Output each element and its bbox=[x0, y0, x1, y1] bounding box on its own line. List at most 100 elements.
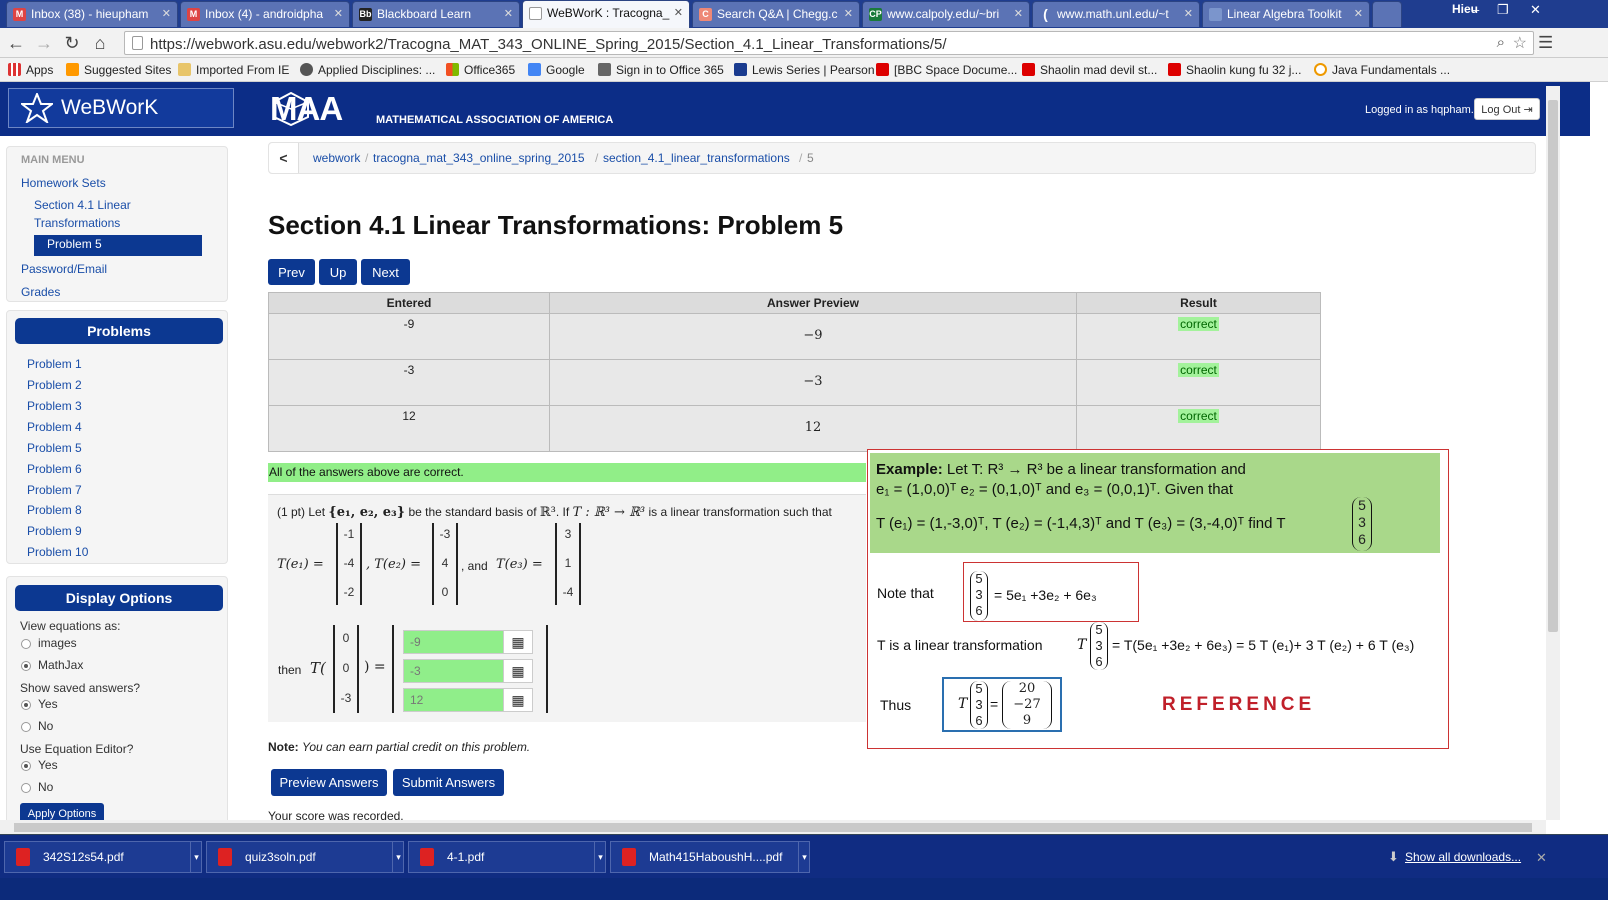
back-icon[interactable]: ← bbox=[6, 33, 26, 53]
home-icon[interactable]: ⌂ bbox=[90, 33, 110, 53]
bookmark-label: Lewis Series | Pearson bbox=[752, 63, 875, 77]
logout-button[interactable]: Log Out ⇥ bbox=[1474, 98, 1540, 120]
images-radio[interactable] bbox=[21, 639, 31, 649]
tab-inbox-1[interactable]: M Inbox (38) - hieupham ✕ bbox=[6, 1, 178, 27]
show-all-downloads-link[interactable]: Show all downloads... bbox=[1405, 850, 1521, 864]
editor-no-radio[interactable] bbox=[21, 783, 31, 793]
page-info-icon[interactable] bbox=[132, 36, 143, 50]
back-chevron-icon[interactable]: < bbox=[269, 143, 299, 173]
bookmark-imported[interactable]: Imported From IE bbox=[178, 63, 289, 77]
pdf-icon bbox=[218, 848, 232, 866]
close-icon[interactable]: ✕ bbox=[334, 7, 343, 20]
tab-calpoly[interactable]: CP www.calpoly.edu/~bri ✕ bbox=[862, 1, 1030, 27]
preview-answers-button[interactable]: Preview Answers bbox=[271, 769, 387, 796]
bookmark-office365[interactable]: Office365 bbox=[446, 63, 515, 77]
prev-button[interactable]: Prev bbox=[268, 259, 315, 285]
grades-link[interactable]: Grades bbox=[21, 283, 60, 301]
bookmark-applied[interactable]: Applied Disciplines: ... bbox=[300, 63, 435, 77]
chevron-down-icon[interactable]: ▾ bbox=[798, 842, 810, 872]
close-icon[interactable]: ✕ bbox=[1184, 7, 1193, 20]
chevron-down-icon[interactable]: ▾ bbox=[392, 842, 404, 872]
tab-inbox-2[interactable]: M Inbox (4) - androidpha ✕ bbox=[180, 1, 350, 27]
download-item[interactable]: Math415HaboushH....pdf ▾ bbox=[610, 841, 810, 873]
problem-link[interactable]: Problem 8 bbox=[27, 501, 82, 519]
show-saved-yes-radio[interactable] bbox=[21, 700, 31, 710]
tab-chegg[interactable]: C Search Q&A | Chegg.c ✕ bbox=[692, 1, 860, 27]
breadcrumb-item[interactable]: tracogna_mat_343_online_spring_2015 bbox=[373, 151, 585, 165]
url-text: https://webwork.asu.edu/webwork2/Tracogn… bbox=[150, 36, 947, 53]
close-icon[interactable]: ✕ bbox=[1354, 7, 1363, 20]
forward-icon[interactable]: → bbox=[34, 33, 54, 53]
restore-icon[interactable]: ❐ bbox=[1497, 2, 1509, 18]
breadcrumb-item[interactable]: webwork bbox=[313, 151, 360, 165]
up-button[interactable]: Up bbox=[319, 259, 357, 285]
problem-link[interactable]: Problem 6 bbox=[27, 460, 82, 478]
tab-blackboard[interactable]: Bb Blackboard Learn ✕ bbox=[352, 1, 520, 27]
bookmark-shaolin-kungfu[interactable]: Shaolin kung fu 32 j... bbox=[1168, 63, 1301, 77]
problem-link[interactable]: Problem 9 bbox=[27, 522, 82, 540]
menu-icon[interactable]: ☰ bbox=[1538, 33, 1553, 53]
minimize-icon[interactable]: ‒ bbox=[1472, 2, 1479, 17]
bookmark-bbc[interactable]: [BBC Space Docume... bbox=[876, 63, 1017, 77]
reload-icon[interactable]: ↻ bbox=[62, 33, 82, 53]
problem-link[interactable]: Problem 1 bbox=[27, 355, 82, 373]
bookmark-shaolin-mad[interactable]: Shaolin mad devil st... bbox=[1022, 63, 1157, 77]
equation-editor-icon[interactable]: ▦ bbox=[503, 630, 533, 654]
show-saved-label: Show saved answers? bbox=[20, 681, 141, 695]
problem-link[interactable]: Problem 4 bbox=[27, 418, 82, 436]
homework-sets-link[interactable]: Homework Sets bbox=[21, 174, 106, 192]
column-header: Entered bbox=[268, 292, 550, 314]
bookmark-apps[interactable]: Apps bbox=[8, 63, 53, 77]
logged-in-status: Logged in as hqpham. bbox=[1365, 104, 1474, 116]
download-item[interactable]: quiz3soln.pdf ▾ bbox=[206, 841, 404, 873]
bookmark-google[interactable]: Google bbox=[528, 63, 585, 77]
close-downloads-icon[interactable]: ✕ bbox=[1536, 850, 1547, 866]
te3-label: T(e₃) = bbox=[496, 557, 543, 572]
problem-link[interactable]: Problem 3 bbox=[27, 397, 82, 415]
horizontal-scroll-thumb[interactable] bbox=[14, 823, 1532, 832]
breadcrumb-item[interactable]: section_4.1_linear_transformations bbox=[603, 151, 790, 165]
tab-linear-algebra[interactable]: Linear Algebra Toolkit ✕ bbox=[1202, 1, 1370, 27]
mathjax-radio[interactable] bbox=[21, 661, 31, 671]
editor-yes-radio[interactable] bbox=[21, 761, 31, 771]
chevron-down-icon[interactable]: ▾ bbox=[190, 842, 202, 872]
close-icon[interactable]: ✕ bbox=[844, 7, 853, 20]
problem-link[interactable]: Problem 7 bbox=[27, 481, 82, 499]
bookmark-signin-office[interactable]: Sign in to Office 365 bbox=[598, 63, 724, 77]
bookmark-lewis[interactable]: Lewis Series | Pearson bbox=[734, 63, 875, 77]
next-button[interactable]: Next bbox=[361, 259, 410, 285]
problem-link[interactable]: Problem 2 bbox=[27, 376, 82, 394]
google-icon bbox=[528, 63, 541, 76]
vertical-scroll-thumb[interactable] bbox=[1548, 100, 1558, 632]
close-window-icon[interactable]: ✕ bbox=[1530, 2, 1541, 18]
tab-webwork[interactable]: WeBWorK : Tracogna_ ✕ bbox=[522, 0, 690, 28]
close-icon[interactable]: ✕ bbox=[162, 7, 171, 20]
chevron-down-icon[interactable]: ▾ bbox=[594, 842, 606, 872]
password-email-link[interactable]: Password/Email bbox=[21, 260, 107, 278]
bookmark-java[interactable]: Java Fundamentals ... bbox=[1314, 63, 1450, 77]
new-tab-button[interactable] bbox=[1372, 1, 1402, 27]
download-item[interactable]: 4-1.pdf ▾ bbox=[408, 841, 606, 873]
close-icon[interactable]: ✕ bbox=[674, 6, 683, 19]
current-problem-link[interactable]: Problem 5 bbox=[34, 235, 202, 256]
submit-answers-button[interactable]: Submit Answers bbox=[393, 769, 504, 796]
close-icon[interactable]: ✕ bbox=[504, 7, 513, 20]
show-saved-no-radio[interactable] bbox=[21, 722, 31, 732]
breadcrumb: < webwork / tracogna_mat_343_online_spri… bbox=[268, 142, 1536, 174]
tab-unl[interactable]: (www.math.unl.edu/~t ✕ bbox=[1032, 1, 1200, 27]
section-link[interactable]: Section 4.1 Linear Transformations bbox=[34, 196, 131, 232]
download-item[interactable]: 342S12s54.pdf ▾ bbox=[4, 841, 202, 873]
bookmark-suggested[interactable]: Suggested Sites bbox=[66, 63, 171, 77]
equation-editor-icon[interactable]: ▦ bbox=[503, 688, 533, 712]
example-line-2: e₁ = (1,0,0)ᵀ e₂ = (0,1,0)ᵀ and e₃ = (0,… bbox=[876, 481, 1234, 498]
close-icon[interactable]: ✕ bbox=[1014, 7, 1023, 20]
problem-link[interactable]: Problem 10 bbox=[27, 543, 88, 561]
search-icon[interactable]: ⌕ bbox=[1497, 34, 1505, 51]
address-bar[interactable]: https://webwork.asu.edu/webwork2/Tracogn… bbox=[124, 31, 1534, 55]
star-icon[interactable]: ☆ bbox=[1513, 33, 1527, 53]
note-that-label: Note that bbox=[877, 585, 934, 601]
problem-link[interactable]: Problem 5 bbox=[27, 439, 82, 457]
webwork-logo[interactable]: WeBWorK bbox=[8, 88, 234, 128]
download-filename: Math415HaboushH....pdf bbox=[649, 850, 783, 864]
equation-editor-icon[interactable]: ▦ bbox=[503, 659, 533, 683]
